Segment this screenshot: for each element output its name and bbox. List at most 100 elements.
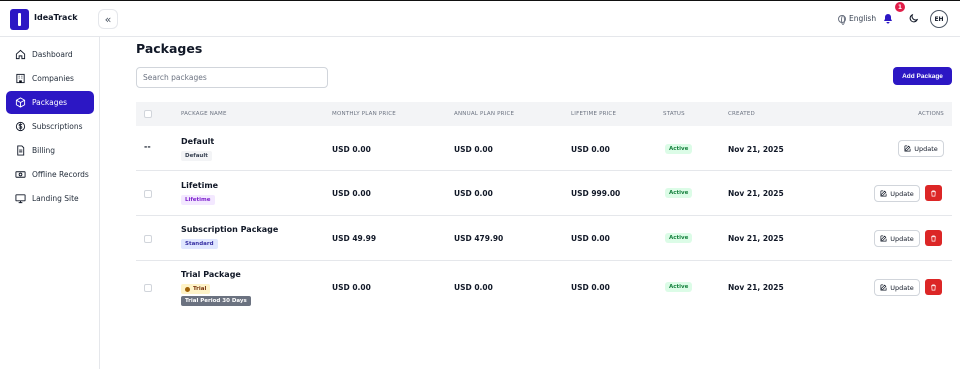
monthly-price: USD 0.00	[332, 145, 371, 154]
table-row: -- Default Default USD 0.00 USD 0.00 USD…	[136, 126, 952, 171]
sidebar-item-label: Packages	[32, 98, 67, 107]
monitor-icon	[15, 194, 26, 204]
sidebar-item-label: Subscriptions	[32, 122, 83, 131]
trash-icon	[931, 284, 936, 290]
update-label: Update	[914, 144, 938, 153]
trial-period-tag: Trial Period 30 Days	[181, 296, 251, 306]
sidebar-item-subscriptions[interactable]: Subscriptions	[6, 115, 94, 138]
status-badge: Active	[665, 144, 693, 154]
update-button[interactable]: Update	[874, 279, 920, 296]
box-icon	[15, 97, 26, 108]
sidebar-item-offline-records[interactable]: Offline Records	[6, 163, 94, 186]
column-header[interactable]: Annual Plan Price	[454, 111, 514, 117]
update-label: Update	[890, 234, 914, 243]
sidebar-item-label: Dashboard	[32, 50, 73, 59]
globe-icon	[838, 14, 846, 25]
annual-price: USD 0.00	[454, 283, 493, 292]
bell-icon[interactable]	[882, 13, 894, 25]
status-badge: Active	[665, 282, 693, 292]
language-label: English	[849, 14, 877, 23]
monthly-price: USD 0.00	[332, 189, 371, 198]
top-bar: IdeaTrack « English 1 EH	[0, 0, 960, 37]
created-date: Nov 21, 2025	[728, 145, 784, 154]
created-date: Nov 21, 2025	[728, 283, 784, 292]
sidebar-item-label: Landing Site	[32, 194, 79, 203]
column-header[interactable]: Created	[728, 111, 755, 117]
app-name: IdeaTrack	[34, 13, 78, 22]
row-marker: --	[144, 142, 151, 151]
moon-icon[interactable]	[908, 13, 919, 24]
monthly-price: USD 49.99	[332, 234, 377, 243]
update-button[interactable]: Update	[898, 140, 944, 157]
edit-icon	[904, 145, 911, 152]
package-name: Trial Package	[181, 270, 241, 279]
package-name: Subscription Package	[181, 225, 279, 234]
package-tag: Standard	[181, 239, 218, 249]
column-header[interactable]: Status	[663, 111, 685, 117]
language-selector[interactable]: English	[838, 14, 877, 25]
home-icon	[15, 49, 26, 60]
created-date: Nov 21, 2025	[728, 189, 784, 198]
annual-price: USD 479.90	[454, 234, 504, 243]
search-input[interactable]	[136, 67, 328, 88]
lifetime-price: USD 0.00	[571, 234, 610, 243]
table-row: Lifetime Lifetime USD 0.00 USD 0.00 USD …	[136, 171, 952, 216]
update-label: Update	[890, 283, 914, 292]
table-header: Package Name Monthly Plan Price Annual P…	[136, 102, 952, 126]
select-all-checkbox[interactable]	[144, 110, 152, 118]
column-header[interactable]: Package Name	[181, 111, 227, 117]
package-tag: Lifetime	[181, 195, 215, 205]
lifetime-price: USD 0.00	[571, 145, 610, 154]
collapse-sidebar-button[interactable]: «	[98, 9, 118, 29]
trash-icon	[931, 235, 936, 241]
row-checkbox[interactable]	[144, 190, 152, 198]
delete-button[interactable]	[925, 279, 942, 295]
monthly-price: USD 0.00	[332, 283, 371, 292]
sidebar-item-label: Billing	[32, 146, 55, 155]
package-name: Default	[181, 137, 215, 146]
update-button[interactable]: Update	[874, 185, 920, 202]
sidebar-item-label: Offline Records	[32, 170, 89, 179]
trash-icon	[931, 190, 936, 196]
notification-badge: 1	[895, 2, 905, 12]
column-header: Actions	[918, 111, 944, 117]
sidebar-item-companies[interactable]: Companies	[6, 67, 94, 90]
building-icon	[16, 73, 25, 84]
delete-button[interactable]	[925, 230, 942, 246]
package-tag: Default	[181, 151, 212, 161]
annual-price: USD 0.00	[454, 189, 493, 198]
table-row: Subscription Package Standard USD 49.99 …	[136, 216, 952, 261]
sidebar: Dashboard Companies Packages Subscriptio…	[0, 37, 100, 369]
update-button[interactable]: Update	[874, 230, 920, 247]
column-header[interactable]: Lifetime Price	[571, 111, 616, 117]
sidebar-item-landing-site[interactable]: Landing Site	[6, 187, 94, 210]
update-label: Update	[890, 189, 914, 198]
package-name: Lifetime	[181, 181, 219, 190]
annual-price: USD 0.00	[454, 145, 493, 154]
lifetime-price: USD 999.00	[571, 189, 621, 198]
status-badge: Active	[665, 188, 693, 198]
row-checkbox[interactable]	[144, 235, 152, 243]
clock-icon	[185, 286, 190, 292]
column-header[interactable]: Monthly Plan Price	[332, 111, 396, 117]
created-date: Nov 21, 2025	[728, 234, 784, 243]
row-checkbox[interactable]	[144, 284, 152, 292]
sidebar-item-label: Companies	[32, 74, 74, 83]
page-title: Packages	[136, 41, 203, 56]
chevrons-left-icon: «	[104, 12, 112, 26]
edit-icon	[880, 284, 887, 291]
table-row: Trial Package Trial Trial Period 30 Days…	[136, 261, 952, 315]
app-logo[interactable]	[10, 9, 29, 30]
lifetime-price: USD 0.00	[571, 283, 610, 292]
sidebar-item-billing[interactable]: Billing	[6, 139, 94, 162]
add-package-button[interactable]: Add Package	[893, 67, 952, 85]
avatar[interactable]: EH	[930, 10, 948, 28]
document-icon	[17, 145, 25, 156]
status-badge: Active	[665, 233, 693, 243]
dollar-icon	[15, 121, 26, 132]
sidebar-item-packages[interactable]: Packages	[6, 91, 94, 114]
trial-tag: Trial	[181, 284, 211, 294]
delete-button[interactable]	[925, 185, 942, 201]
sidebar-item-dashboard[interactable]: Dashboard	[6, 43, 94, 66]
package-tag: Trial	[193, 286, 207, 292]
